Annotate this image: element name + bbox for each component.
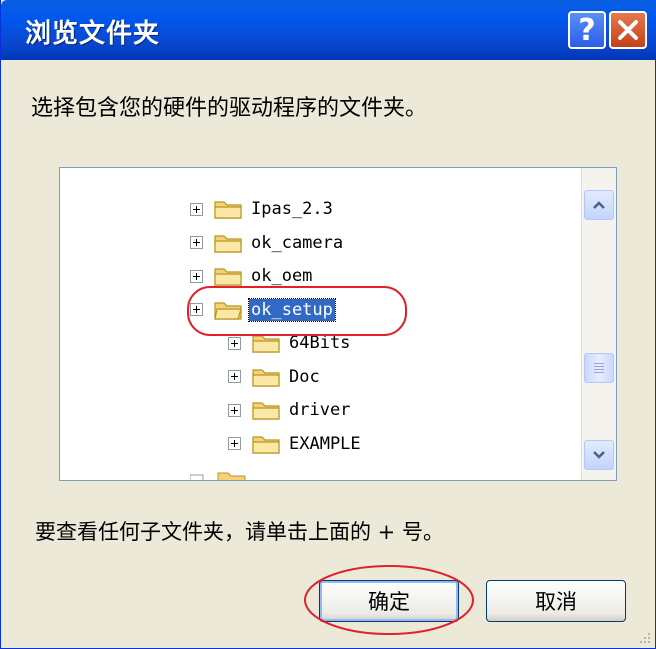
- cancel-button-label: 取消: [535, 590, 577, 614]
- scroll-down-button[interactable]: [584, 440, 614, 470]
- instruction-text: 选择包含您的硬件的驱动程序的文件夹。: [31, 96, 428, 121]
- tree-item-label[interactable]: ok_oem: [249, 265, 314, 287]
- help-button[interactable]: ?: [568, 11, 606, 49]
- resize-grip-icon[interactable]: [637, 630, 651, 644]
- tree-row-partial: [190, 464, 250, 480]
- folder-icon: [214, 234, 242, 253]
- folder-tree[interactable]: Ipas_2.3 ok_camera ok_oem ok_setup 64Bits Doc…: [59, 167, 617, 481]
- folder-icon: [252, 402, 280, 420]
- cancel-button[interactable]: 取消: [486, 580, 626, 622]
- scroll-up-button[interactable]: [584, 190, 614, 220]
- tree-item-label[interactable]: EXAMPLE: [287, 433, 363, 455]
- chevron-up-icon: [593, 201, 605, 209]
- tree-row[interactable]: driver: [228, 397, 352, 423]
- tree-row[interactable]: 64Bits: [228, 330, 352, 356]
- folder-icon: [252, 335, 280, 353]
- ok-button[interactable]: 确定: [319, 580, 459, 622]
- tree-item-label[interactable]: 64Bits: [287, 332, 352, 354]
- scroll-thumb[interactable]: [584, 353, 614, 383]
- expand-plus-icon[interactable]: [190, 303, 203, 316]
- tree-row[interactable]: ok_setup: [190, 297, 336, 323]
- vertical-scrollbar[interactable]: [581, 168, 616, 480]
- expand-plus-icon[interactable]: [190, 202, 203, 216]
- ok-button-label: 确定: [368, 590, 410, 614]
- folder-icon: [252, 435, 280, 454]
- expand-plus-icon[interactable]: [190, 269, 203, 283]
- title-bar: 浏览文件夹 ?: [1, 0, 656, 60]
- expand-plus-icon[interactable]: [228, 370, 241, 383]
- hint-text: 要查看任何子文件夹，请单击上面的 + 号。: [35, 520, 444, 544]
- tree-item-label[interactable]: Ipas_2.3: [249, 198, 335, 220]
- tree-item-label[interactable]: ok_setup: [248, 297, 336, 322]
- expand-plus-icon[interactable]: [228, 437, 241, 450]
- close-button[interactable]: [609, 11, 647, 49]
- close-icon: [618, 20, 638, 40]
- folder-open-icon: [214, 301, 242, 320]
- dialog-title: 浏览文件夹: [25, 19, 161, 49]
- tree-item-label[interactable]: Doc: [287, 366, 322, 388]
- tree-row[interactable]: Doc: [228, 364, 322, 390]
- expand-plus-icon[interactable]: [228, 336, 241, 350]
- folder-icon: [252, 368, 280, 387]
- help-icon: ?: [578, 12, 596, 48]
- tree-row[interactable]: EXAMPLE: [228, 431, 363, 457]
- chevron-down-icon: [593, 451, 605, 459]
- folder-icon: [214, 201, 242, 219]
- expand-plus-icon[interactable]: [190, 236, 203, 249]
- partial-folder-icon: [190, 472, 246, 480]
- tree-row[interactable]: ok_camera: [190, 230, 345, 256]
- tree-item-label[interactable]: driver: [287, 399, 352, 421]
- folder-icon: [214, 268, 242, 286]
- tree-row[interactable]: Ipas_2.3: [190, 196, 335, 222]
- expand-plus-icon[interactable]: [228, 403, 241, 417]
- tree-row[interactable]: ok_oem: [190, 263, 314, 289]
- tree-item-label[interactable]: ok_camera: [249, 232, 345, 254]
- browse-folder-dialog: 浏览文件夹 ? 选择包含您的硬件的驱动程序的文件夹。 Ipas_2.3 ok_ca…: [0, 0, 656, 649]
